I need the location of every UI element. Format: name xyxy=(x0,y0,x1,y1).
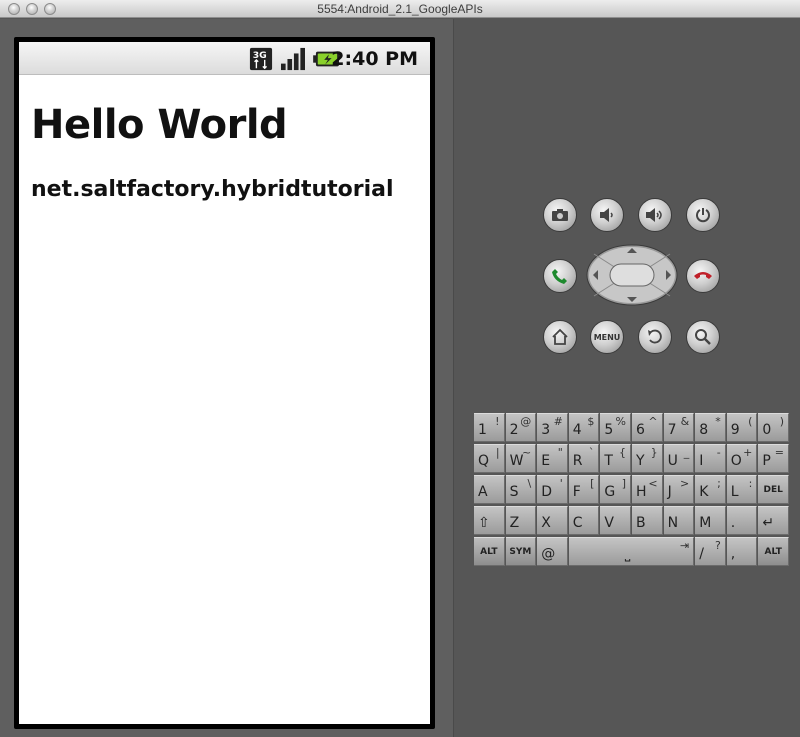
key-row2-5[interactable]: Y} xyxy=(632,444,663,473)
search-button[interactable] xyxy=(686,320,720,354)
key-row4-1[interactable]: Z xyxy=(505,506,537,535)
key-row3-0[interactable]: A xyxy=(474,475,505,504)
camera-icon xyxy=(552,209,568,221)
key-row5-5[interactable]: , xyxy=(726,537,758,566)
key-row2-2[interactable]: E " xyxy=(537,444,568,473)
status-clock: 2:40 PM xyxy=(331,48,418,70)
key-row3-7[interactable]: K; xyxy=(695,475,726,504)
key-row2-4[interactable]: T{ xyxy=(600,444,631,473)
call-icon xyxy=(552,269,567,284)
key-row1-8[interactable]: 9( xyxy=(726,413,758,442)
key-row4-6[interactable]: N xyxy=(663,506,695,535)
key-row1-7[interactable]: 8 * xyxy=(695,413,726,442)
key-row5-1[interactable]: SYM xyxy=(505,537,537,566)
key-row1-5[interactable]: 6 ^ xyxy=(632,413,663,442)
3g-network-icon: 3G xyxy=(249,47,273,71)
camera-button[interactable] xyxy=(543,198,577,232)
key-row1-4[interactable]: 5% xyxy=(600,413,631,442)
key-row4-2[interactable]: X xyxy=(537,506,568,535)
key-row4-9[interactable]: ↵ xyxy=(758,506,789,535)
key-row1-0[interactable]: 1! xyxy=(474,413,505,442)
window-titlebar: 5554:Android_2.1_GoogleAPIs xyxy=(0,0,800,18)
end-call-icon xyxy=(694,272,712,279)
search-icon xyxy=(695,329,711,345)
key-row2-1[interactable]: W ~ xyxy=(505,444,537,473)
power-button[interactable] xyxy=(686,198,720,232)
window-title: 5554:Android_2.1_GoogleAPIs xyxy=(317,2,483,16)
key-row1-3[interactable]: 4 $ xyxy=(568,413,600,442)
dpad[interactable] xyxy=(586,244,678,306)
app-package-name: net.saltfactory.hybridtutorial xyxy=(31,177,394,202)
key-row1-1[interactable]: 2 @ xyxy=(505,413,537,442)
key-row3-8[interactable]: L: xyxy=(726,475,758,504)
screen-frame: 3G 2:40 PM Hello World net.saltfactory.h… xyxy=(14,37,435,729)
key-row4-5[interactable]: B xyxy=(632,506,663,535)
key-row3-2[interactable]: D ' xyxy=(537,475,568,504)
call-button[interactable] xyxy=(543,259,577,293)
key-row3-1[interactable]: S \ xyxy=(505,475,537,504)
key-row2-6[interactable]: U _ xyxy=(663,444,695,473)
key-row3-6[interactable]: J > xyxy=(663,475,695,504)
device-area: 3G 2:40 PM Hello World net.saltfactory.h… xyxy=(0,19,454,737)
key-row4-0[interactable]: ⇧ xyxy=(474,506,505,535)
key-row5-2[interactable]: @ xyxy=(537,537,568,566)
key-row5-6[interactable]: ALT xyxy=(758,537,789,566)
home-button[interactable] xyxy=(543,320,577,354)
key-row4-4[interactable]: V xyxy=(600,506,631,535)
device-screen[interactable]: 3G 2:40 PM Hello World net.saltfactory.h… xyxy=(19,42,430,724)
status-bar: 3G 2:40 PM xyxy=(19,42,430,75)
key-row5-4[interactable]: /? xyxy=(695,537,726,566)
back-icon xyxy=(648,329,662,344)
key-row3-9[interactable]: DEL xyxy=(758,475,789,504)
key-row2-3[interactable]: R ` xyxy=(568,444,600,473)
key-row2-8[interactable]: O + xyxy=(726,444,758,473)
key-row3-5[interactable]: H < xyxy=(632,475,663,504)
volume-up-icon xyxy=(646,208,662,222)
volume-down-icon xyxy=(600,208,613,222)
hardware-keyboard: 1! 2 @3 #4 $5% 6 ^ 7 & 8 * 9(0) Q | W ~ E " R ` T{Y} U _ I - O + P =… xyxy=(474,413,790,568)
svg-text:3G: 3G xyxy=(253,50,267,61)
key-row4-3[interactable]: C xyxy=(568,506,600,535)
key-row2-0[interactable]: Q | xyxy=(474,444,505,473)
key-row5-3[interactable]: ⎵ ⇥ xyxy=(568,537,695,566)
volume-up-button[interactable] xyxy=(638,198,672,232)
key-row4-7[interactable]: M xyxy=(695,506,726,535)
key-row1-9[interactable]: 0) xyxy=(758,413,789,442)
menu-button[interactable]: MENU xyxy=(590,320,624,354)
menu-icon: MENU xyxy=(593,332,621,342)
key-row2-7[interactable]: I- xyxy=(695,444,726,473)
key-row3-3[interactable]: F[ xyxy=(568,475,600,504)
signal-strength-icon xyxy=(281,47,305,71)
key-row4-8[interactable]: . xyxy=(726,506,758,535)
key-row1-6[interactable]: 7 & xyxy=(663,413,695,442)
key-row3-4[interactable]: G] xyxy=(600,475,631,504)
volume-down-button[interactable] xyxy=(590,198,624,232)
key-row2-9[interactable]: P = xyxy=(758,444,789,473)
power-icon xyxy=(696,208,710,223)
back-button[interactable] xyxy=(638,320,672,354)
key-row5-0[interactable]: ALT xyxy=(474,537,505,566)
end-call-button[interactable] xyxy=(686,259,720,293)
home-icon xyxy=(552,328,568,345)
key-row1-2[interactable]: 3 # xyxy=(537,413,568,442)
app-title: Hello World xyxy=(31,102,288,148)
